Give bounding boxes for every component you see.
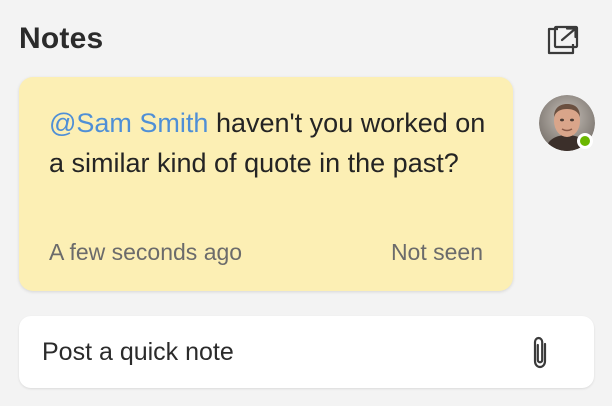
note-seen-status: Not seen: [390, 239, 483, 265]
mention-link[interactable]: @Sam Smith: [49, 108, 208, 138]
quick-note-input[interactable]: [19, 316, 519, 388]
paperclip-icon[interactable]: [529, 335, 553, 371]
note-timestamp: A few seconds ago: [49, 239, 243, 265]
presence-available-icon: [577, 133, 593, 149]
note-card: @Sam Smith haven't you worked on a simil…: [19, 77, 513, 291]
notes-panel: Notes @Sam Smith haven't you worked on a…: [0, 0, 612, 406]
panel-title: Notes: [19, 22, 104, 55]
quick-note-composer: [19, 316, 594, 388]
note-text: @Sam Smith haven't you worked on a simil…: [49, 103, 489, 183]
popout-icon[interactable]: [544, 24, 580, 56]
author-avatar[interactable]: [539, 95, 595, 151]
